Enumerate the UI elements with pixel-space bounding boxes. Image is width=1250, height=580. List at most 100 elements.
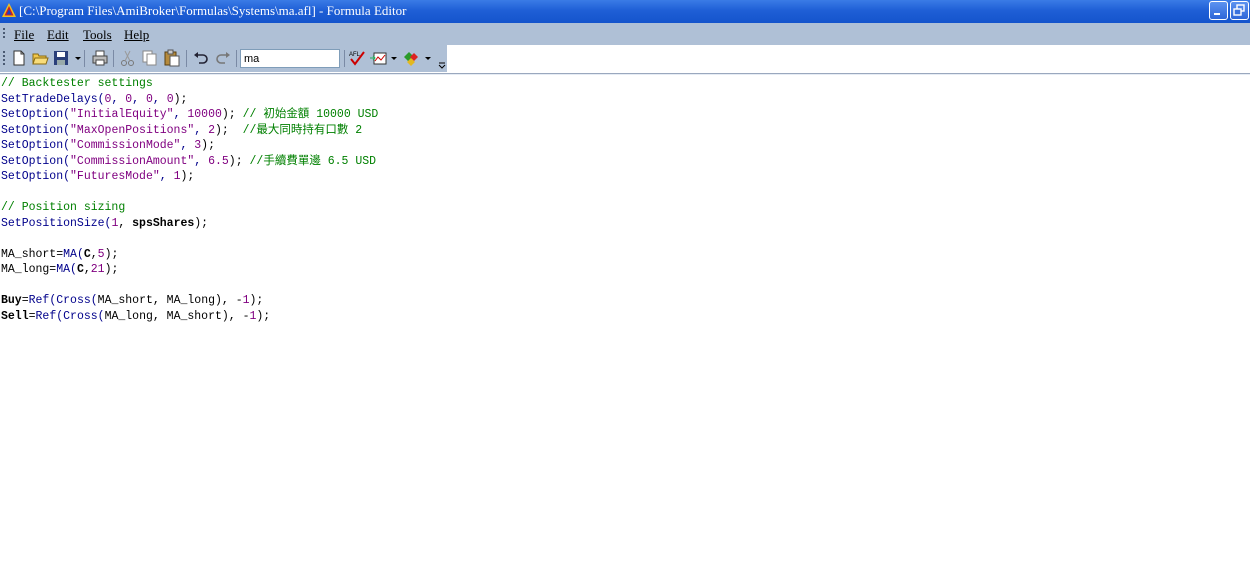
code-token: SetOption [1, 170, 64, 183]
code-line[interactable]: // Backtester settings [1, 76, 1250, 92]
code-line[interactable]: MA_short=MA(C,5); [1, 247, 1250, 263]
code-token: 5 [97, 247, 105, 261]
code-token: 1 [242, 294, 250, 307]
code-token: ); [173, 92, 188, 106]
code-token: SetOption [1, 123, 64, 137]
code-token: ( [63, 139, 71, 152]
cut-icon[interactable] [119, 49, 137, 67]
code-token: , [83, 263, 91, 276]
code-line[interactable]: SetPositionSize(1, spsShares); [1, 216, 1250, 232]
code-token: 0 [145, 92, 153, 106]
code-line[interactable]: SetOption("MaxOpenPositions", 2); //最大同時… [1, 123, 1250, 139]
code-token: 10000 [187, 108, 222, 121]
code-token: "CommissionMode" [70, 139, 181, 152]
code-token: , [180, 139, 195, 152]
toolbar-overflow-chevron[interactable] [437, 46, 447, 72]
toolbar-grip-handle[interactable] [3, 51, 5, 67]
code-line[interactable] [1, 185, 1250, 201]
restore-button[interactable] [1230, 1, 1249, 20]
code-token: MA_short, MA_long), - [97, 294, 243, 307]
toolbar: AFL [0, 45, 447, 72]
code-line[interactable] [1, 278, 1250, 294]
code-token: MA_long, MA_short), - [104, 309, 250, 323]
code-token: ( [97, 309, 105, 323]
code-token: ( [63, 108, 71, 121]
save-icon[interactable] [52, 49, 70, 67]
code-token: ( [63, 154, 71, 168]
code-token: = [28, 309, 36, 323]
code-token: ( [76, 247, 84, 261]
code-token: , [194, 154, 209, 168]
menu-file[interactable]: File [14, 27, 34, 43]
code-token: 2 [208, 123, 215, 137]
code-token: , [118, 216, 133, 230]
code-token: "MaxOpenPositions" [70, 123, 195, 137]
print-icon[interactable] [91, 49, 109, 67]
code-token: "InitialEquity" [70, 108, 174, 121]
minimize-button[interactable] [1209, 1, 1228, 20]
code-token: ); [104, 247, 119, 261]
code-token: ); [249, 294, 264, 307]
code-token: , [194, 123, 209, 137]
code-token: // 初始金額 10000 USD [242, 108, 379, 121]
send-dropdown-icon[interactable] [391, 57, 397, 60]
menu-edit[interactable]: Edit [47, 27, 69, 43]
new-file-icon[interactable] [10, 49, 28, 67]
code-line[interactable]: SetOption("CommissionMode", 3); [1, 138, 1250, 154]
paste-icon[interactable] [163, 49, 181, 67]
code-token: SetOption [1, 108, 64, 121]
code-token: // Position sizing [1, 201, 126, 214]
code-token: SetOption [1, 139, 64, 152]
redo-icon[interactable] [214, 49, 232, 67]
code-token: spsShares [132, 216, 195, 230]
code-token: 6.5 [208, 154, 229, 168]
code-token: 0 [166, 92, 174, 106]
code-line[interactable] [1, 231, 1250, 247]
afl-verify-icon[interactable]: AFL [348, 49, 366, 67]
code-line[interactable]: MA_long=MA(C,21); [1, 262, 1250, 278]
code-line[interactable]: SetOption("CommissionAmount", 6.5); //手續… [1, 154, 1250, 170]
code-token: ( [63, 170, 71, 183]
code-token: ); [104, 263, 119, 276]
chevron-down-icon [438, 62, 446, 69]
code-editor[interactable]: // Backtester settings SetTradeDelays(0, … [1, 76, 1250, 580]
code-token: Buy [1, 294, 22, 307]
menu-help[interactable]: Help [124, 27, 149, 43]
code-token: Ref [28, 294, 50, 307]
code-token: SetTradeDelays [1, 92, 98, 106]
menu-tools[interactable]: Tools [83, 27, 112, 43]
code-token: ( [90, 294, 98, 307]
menu-bar: File Edit Tools Help [0, 23, 1250, 45]
open-folder-icon[interactable] [31, 49, 49, 67]
menu-grip-handle[interactable] [3, 28, 5, 40]
code-line[interactable]: // Position sizing [1, 200, 1250, 216]
code-token: ); [214, 123, 243, 137]
window-title: [C:\Program Files\AmiBroker\Formulas\Sys… [19, 3, 407, 18]
code-token: // Backtester settings [1, 77, 153, 90]
code-line[interactable]: Buy=Ref(Cross(MA_short, MA_long), -1); [1, 293, 1250, 309]
code-token: = [21, 294, 29, 307]
send-to-analysis-icon[interactable] [370, 49, 388, 67]
code-token: , [152, 92, 167, 106]
code-token: , [90, 247, 98, 261]
code-line[interactable]: SetOption("InitialEquity", 10000); // 初始… [1, 107, 1250, 123]
code-token: ); [221, 108, 243, 121]
undo-icon[interactable] [192, 49, 210, 67]
find-input[interactable] [240, 49, 340, 68]
title-bar[interactable]: [C:\Program Files\AmiBroker\Formulas\Sys… [0, 0, 1250, 23]
apply-indicator-icon[interactable] [402, 49, 420, 67]
code-token: ); [256, 309, 271, 323]
code-line[interactable]: Sell=Ref(Cross(MA_long, MA_short), -1); [1, 309, 1250, 325]
copy-icon[interactable] [141, 49, 159, 67]
code-line[interactable]: SetOption("FuturesMode", 1); [1, 169, 1250, 185]
save-dropdown-icon[interactable] [75, 57, 81, 60]
code-token: MA [56, 263, 71, 276]
svg-text:AFL: AFL [349, 52, 361, 58]
code-token: ( [63, 123, 71, 137]
code-token: , [132, 92, 146, 106]
code-line[interactable]: SetTradeDelays(0, 0, 0, 0); [1, 92, 1250, 108]
code-token: SetPositionSize [1, 216, 105, 230]
code-token: , [159, 170, 174, 183]
code-token: ( [97, 92, 105, 106]
apply-dropdown-icon[interactable] [425, 57, 431, 60]
